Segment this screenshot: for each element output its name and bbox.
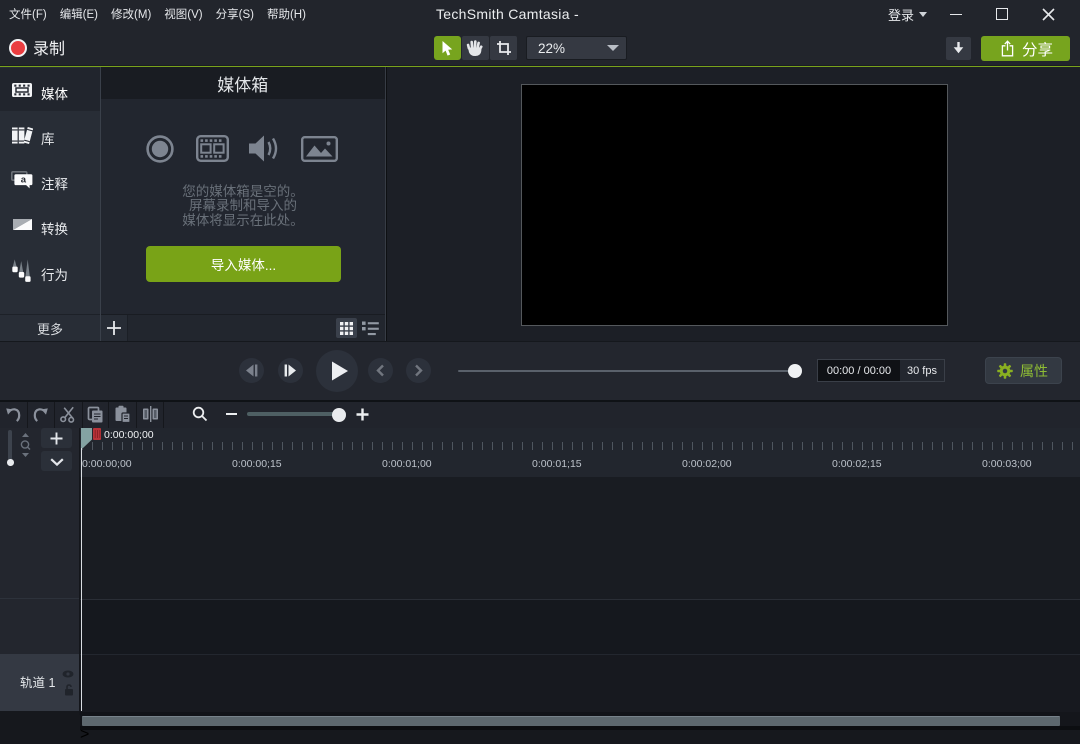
svg-text:a: a <box>21 175 27 186</box>
